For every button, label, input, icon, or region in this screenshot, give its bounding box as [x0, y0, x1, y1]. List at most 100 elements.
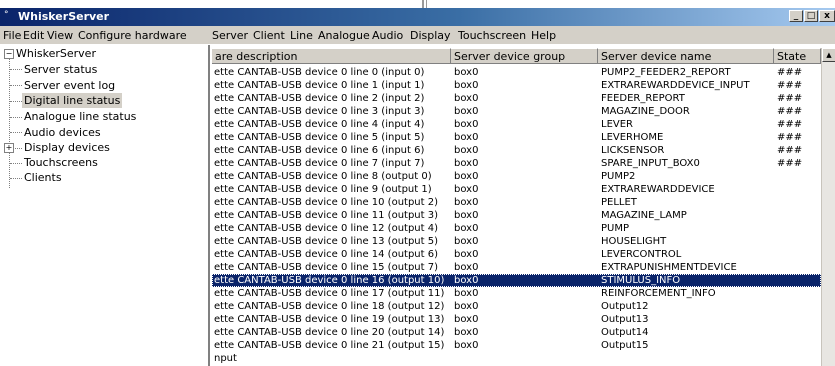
table-row[interactable]: ette CANTAB-USB device 0 line 17 (output… — [212, 287, 821, 300]
cell-state: ### — [777, 67, 803, 78]
title-bar[interactable]: ° WhiskerServer _ □ x — [0, 8, 835, 26]
menu-configure-hardware[interactable]: Configure hardware — [78, 29, 187, 42]
minus-box-icon[interactable]: − — [4, 49, 14, 59]
tree-item-analogue-line-status[interactable]: Analogue line status — [24, 109, 136, 124]
table-row[interactable]: ette CANTAB-USB device 0 line 5 (input 5… — [212, 131, 821, 144]
column-header-state[interactable]: State — [774, 48, 821, 64]
cell-device-group: box0 — [454, 327, 479, 338]
cell-state: ### — [777, 119, 803, 130]
cell-description: ette CANTAB-USB device 0 line 7 (input 7… — [214, 158, 425, 169]
table-row[interactable]: ette CANTAB-USB device 0 line 15 (output… — [212, 261, 821, 274]
cell-device-group: box0 — [454, 249, 479, 260]
cell-device-group: box0 — [454, 119, 479, 130]
cell-description: ette CANTAB-USB device 0 line 5 (input 5… — [214, 132, 425, 143]
cell-description: ette CANTAB-USB device 0 line 15 (output… — [214, 262, 438, 273]
tree-item-display-devices[interactable]: Display devices — [24, 140, 110, 155]
menu-view[interactable]: View — [47, 29, 73, 42]
table-row[interactable]: ette CANTAB-USB device 0 line 11 (output… — [212, 209, 821, 222]
app-icon[interactable]: ° — [4, 10, 14, 20]
cell-state: ### — [777, 158, 803, 169]
cell-device-group: box0 — [454, 158, 479, 169]
column-header-device-name[interactable]: Server device name — [598, 48, 774, 64]
cell-state: ### — [777, 145, 803, 156]
cell-description: ette CANTAB-USB device 0 line 17 (output… — [214, 288, 445, 299]
cell-description: ette CANTAB-USB device 0 line 10 (output… — [214, 197, 438, 208]
menu-touchscreen[interactable]: Touchscreen — [458, 29, 526, 42]
table-row[interactable]: ette CANTAB-USB device 0 line 2 (input 2… — [212, 92, 821, 105]
cell-device-group: box0 — [454, 171, 479, 182]
column-header-description[interactable]: are description — [212, 48, 451, 64]
table-row[interactable]: ette CANTAB-USB device 0 line 21 (output… — [212, 339, 821, 352]
cell-device-name: FEEDER_REPORT — [601, 93, 685, 104]
scroll-up-button[interactable]: ▲ — [822, 48, 835, 62]
cell-device-name: MAGAZINE_LAMP — [601, 210, 687, 221]
tree-item-server-event-log[interactable]: Server event log — [24, 78, 115, 93]
table-row[interactable]: ette CANTAB-USB device 0 line 1 (input 1… — [212, 79, 821, 92]
plus-box-icon[interactable]: + — [4, 143, 14, 153]
cell-device-name: MAGAZINE_DOOR — [601, 106, 690, 117]
table-row[interactable]: ette CANTAB-USB device 0 line 13 (output… — [212, 235, 821, 248]
menu-display[interactable]: Display — [410, 29, 451, 42]
column-header-device-group[interactable]: Server device group — [451, 48, 598, 64]
menu-edit[interactable]: Edit — [23, 29, 44, 42]
vertical-scrollbar[interactable]: ▲ — [821, 48, 835, 366]
cell-device-name: EXTRAREWARDDEVICE_INPUT — [601, 80, 750, 91]
menu-server[interactable]: Server — [212, 29, 248, 42]
table-row[interactable]: ette CANTAB-USB device 0 line 10 (output… — [212, 196, 821, 209]
cell-device-group: box0 — [454, 197, 479, 208]
menu-analogue[interactable]: Analogue — [318, 29, 370, 42]
tree-item-touchscreens[interactable]: Touchscreens — [24, 155, 98, 170]
table-row[interactable]: ette CANTAB-USB device 0 line 20 (output… — [212, 326, 821, 339]
table-row[interactable]: ette CANTAB-USB device 0 line 19 (output… — [212, 313, 821, 326]
minimize-button[interactable]: _ — [789, 10, 803, 22]
cell-device-name: EXTRAREWARDDEVICE — [601, 184, 715, 195]
cell-device-name: STIMULUS_INFO — [601, 275, 681, 286]
cell-description: ette CANTAB-USB device 0 line 6 (input 6… — [214, 145, 425, 156]
tree-item-digital-line-status[interactable]: Digital line status — [22, 93, 123, 108]
tree-item-clients[interactable]: Clients — [24, 170, 62, 185]
cell-description: ette CANTAB-USB device 0 line 9 (output … — [214, 184, 432, 195]
cell-device-name: PUMP2 — [601, 171, 636, 182]
cell-device-name: SPARE_INPUT_BOX0 — [601, 158, 700, 169]
table-row[interactable]: ette CANTAB-USB device 0 line 9 (output … — [212, 183, 821, 196]
cell-description: ette CANTAB-USB device 0 line 19 (output… — [214, 314, 445, 325]
table-row[interactable]: ette CANTAB-USB device 0 line 14 (output… — [212, 248, 821, 261]
tree-root[interactable]: WhiskerServer — [16, 46, 96, 61]
tree-item-audio-devices[interactable]: Audio devices — [24, 125, 101, 140]
cell-device-name: Output13 — [601, 314, 649, 325]
table-row[interactable]: ette CANTAB-USB device 0 line 18 (output… — [212, 300, 821, 313]
table-row[interactable]: ette CANTAB-USB device 0 line 4 (input 4… — [212, 118, 821, 131]
table-row[interactable]: nput — [212, 352, 821, 365]
menu-client[interactable]: Client — [253, 29, 285, 42]
table-row[interactable]: ette CANTAB-USB device 0 line 8 (output … — [212, 170, 821, 183]
navigation-tree: − WhiskerServer Server status Server eve… — [0, 45, 210, 366]
menu-line[interactable]: Line — [290, 29, 313, 42]
cell-description: ette CANTAB-USB device 0 line 16 (output… — [214, 275, 445, 286]
triangle-up-icon: ▲ — [826, 51, 832, 59]
menu-audio[interactable]: Audio — [372, 29, 403, 42]
cell-device-group: box0 — [454, 223, 479, 234]
maximize-button[interactable]: □ — [804, 10, 818, 22]
table-row[interactable]: ette CANTAB-USB device 0 line 0 (input 0… — [212, 66, 821, 79]
close-button[interactable]: x — [819, 10, 835, 22]
cell-device-name: REINFORCEMENT_INFO — [601, 288, 716, 299]
menu-file[interactable]: File — [3, 29, 21, 42]
cell-description: ette CANTAB-USB device 0 line 0 (input 0… — [214, 67, 425, 78]
cell-description: ette CANTAB-USB device 0 line 14 (output… — [214, 249, 438, 260]
cell-device-name: Output12 — [601, 301, 649, 312]
tree-item-server-status[interactable]: Server status — [24, 62, 97, 77]
cell-description: ette CANTAB-USB device 0 line 12 (output… — [214, 223, 438, 234]
table-row[interactable]: ette CANTAB-USB device 0 line 7 (input 7… — [212, 157, 821, 170]
tree-connector — [10, 101, 22, 102]
tree-connector — [10, 69, 22, 70]
cell-description: ette CANTAB-USB device 0 line 1 (input 1… — [214, 80, 425, 91]
table-row[interactable]: ette CANTAB-USB device 0 line 16 (output… — [212, 274, 821, 287]
cell-state: ### — [777, 106, 803, 117]
header-label: are description — [215, 50, 298, 63]
table-row[interactable]: ette CANTAB-USB device 0 line 12 (output… — [212, 222, 821, 235]
window-title: WhiskerServer — [18, 10, 110, 23]
table-row[interactable]: ette CANTAB-USB device 0 line 6 (input 6… — [212, 144, 821, 157]
table-row[interactable]: ette CANTAB-USB device 0 line 3 (input 3… — [212, 105, 821, 118]
cell-device-name: Output15 — [601, 340, 649, 351]
menu-help[interactable]: Help — [531, 29, 556, 42]
